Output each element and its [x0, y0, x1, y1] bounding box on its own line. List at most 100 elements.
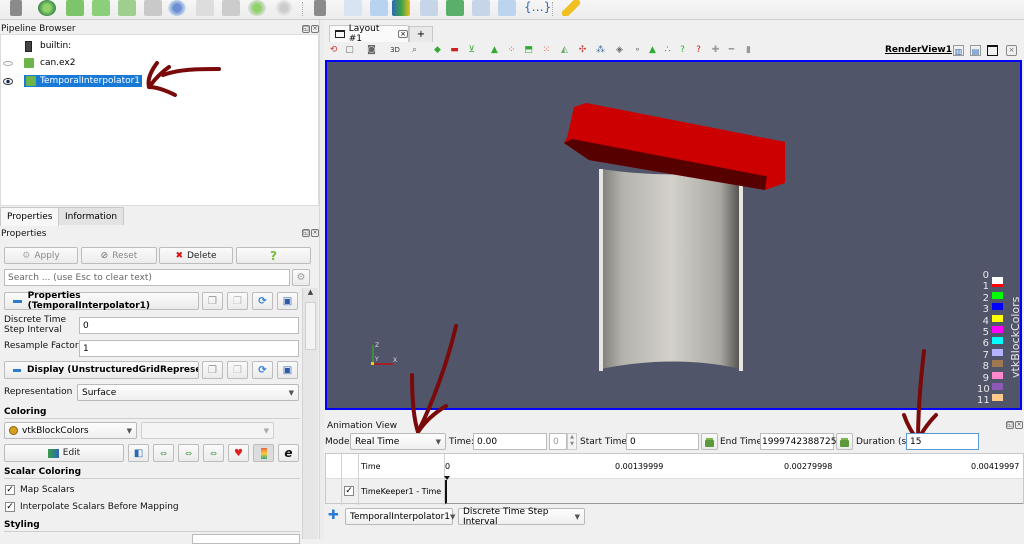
- save-display-button[interactable]: ▣: [277, 361, 298, 379]
- styling-field[interactable]: [192, 534, 300, 544]
- split-horizontal-icon[interactable]: ▥: [953, 45, 964, 56]
- select-cells-on-icon[interactable]: ◆: [432, 45, 443, 56]
- add-track-button[interactable]: ✚: [328, 509, 339, 522]
- paste-display-button[interactable]: ❐: [227, 361, 248, 379]
- time-index-spinbox[interactable]: 0: [549, 433, 567, 450]
- extract-level-icon[interactable]: [275, 0, 293, 16]
- hover-cells-icon[interactable]: ∘: [632, 45, 643, 56]
- start-time-lock-button[interactable]: [701, 433, 718, 450]
- panel-splitter[interactable]: [319, 20, 324, 539]
- delete-button[interactable]: ✖ Delete: [159, 247, 233, 264]
- float-icon[interactable]: ◱: [1006, 421, 1014, 429]
- save-defaults-button[interactable]: ▣: [277, 292, 298, 310]
- rescale-visible-range-button[interactable]: ♥: [228, 444, 249, 462]
- close-view-icon[interactable]: ×: [1006, 45, 1017, 56]
- pipeline-item-builtin[interactable]: builtin:: [25, 39, 73, 53]
- help-button[interactable]: ?: [236, 247, 311, 264]
- calculator-icon-2[interactable]: [314, 0, 326, 16]
- extract-selection-icon[interactable]: ◈: [614, 45, 625, 56]
- zoom-to-data-icon[interactable]: ▢: [344, 45, 355, 56]
- eye-closed-icon[interactable]: [3, 60, 13, 66]
- duration-input[interactable]: 15: [906, 433, 979, 450]
- properties-scrollbar[interactable]: ▲: [302, 288, 318, 539]
- edit-color-map-button[interactable]: Edit: [4, 444, 124, 462]
- extract-subset-icon[interactable]: [144, 0, 162, 16]
- eye-open-icon[interactable]: [3, 77, 13, 85]
- representation-select[interactable]: Surface ▼: [77, 384, 299, 401]
- hover-points-query-icon[interactable]: ?: [693, 45, 704, 56]
- add-selection-icon[interactable]: ✚: [710, 45, 721, 56]
- grow-selection-icon[interactable]: ▲: [647, 45, 658, 56]
- tessellate-icon[interactable]: [498, 0, 516, 16]
- end-time-input[interactable]: 199974238872528: [760, 433, 848, 450]
- clear-selection-icon[interactable]: ▮: [743, 45, 754, 56]
- coloring-select[interactable]: vtkBlockColors ▼: [4, 422, 137, 439]
- map-scalars-checkbox[interactable]: ✓: [5, 485, 15, 495]
- time-input[interactable]: 0.00: [473, 433, 547, 450]
- select-polygon-points-icon[interactable]: ⁂: [595, 45, 606, 56]
- scrollbar-thumb[interactable]: [305, 302, 316, 350]
- advanced-settings-button[interactable]: ⚙: [292, 269, 310, 286]
- start-time-input[interactable]: 0: [626, 433, 699, 450]
- hover-cells-query-icon[interactable]: ?: [677, 45, 688, 56]
- clip-icon[interactable]: [66, 0, 84, 16]
- tab-layout-1[interactable]: Layout #1 ×: [329, 24, 409, 44]
- copy-display-button[interactable]: ❐: [202, 361, 223, 379]
- end-time-lock-button[interactable]: [836, 433, 853, 450]
- float-icon[interactable]: ◱: [302, 25, 310, 33]
- track-enabled-checkbox[interactable]: ✓: [344, 486, 354, 496]
- toggle-3d-button[interactable]: 3D: [388, 45, 402, 56]
- hover-points-icon[interactable]: ◭: [559, 45, 570, 56]
- timeline-track[interactable]: [445, 480, 1023, 504]
- edit-annotations-button[interactable]: e: [278, 444, 299, 462]
- paste-properties-button[interactable]: ❐: [227, 292, 248, 310]
- time-index-spinner[interactable]: ▲ ▼: [567, 433, 577, 450]
- plot-over-line-icon[interactable]: [344, 0, 362, 16]
- select-points-on-icon[interactable]: ▬: [449, 45, 460, 56]
- threshold-icon[interactable]: [118, 0, 136, 16]
- display-section-header[interactable]: Display (UnstructuredGridRepresenta: [4, 361, 199, 379]
- glyph-icon[interactable]: [168, 0, 186, 16]
- interpolate-scalars-checkbox[interactable]: ✓: [5, 502, 15, 512]
- slice-icon[interactable]: [92, 0, 110, 16]
- restore-display-button[interactable]: ⟳: [252, 361, 273, 379]
- pipeline-item-can-ex2[interactable]: can.ex2: [3, 56, 77, 70]
- toggle-color-legend-button[interactable]: [253, 444, 274, 462]
- shrink-selection-icon[interactable]: ∴: [662, 45, 673, 56]
- rescale-temporal-range-button[interactable]: ⇔: [203, 444, 224, 462]
- reset-camera-icon[interactable]: ⟲: [328, 45, 339, 56]
- histogram-icon[interactable]: [392, 0, 410, 16]
- resample-factor-input[interactable]: 1: [79, 340, 299, 357]
- current-time-marker[interactable]: [444, 476, 450, 480]
- mode-select[interactable]: Real Time ▼: [350, 433, 446, 450]
- ruler-icon[interactable]: [562, 0, 580, 16]
- select-points-frustum-icon[interactable]: ▲: [489, 45, 500, 56]
- rescale-custom-range-button[interactable]: ⇔: [178, 444, 199, 462]
- calculator-icon[interactable]: [10, 0, 22, 16]
- group-datasets-icon[interactable]: [248, 0, 266, 16]
- add-layout-tab[interactable]: +: [409, 26, 433, 42]
- discrete-time-step-input[interactable]: 0: [79, 317, 299, 334]
- track-source-select[interactable]: TemporalInterpolator1 ▼: [345, 508, 455, 525]
- select-polygon-cells-icon[interactable]: ✣: [577, 45, 588, 56]
- rescale-data-range-button[interactable]: ⇔: [153, 444, 174, 462]
- close-tab-icon[interactable]: ×: [398, 30, 408, 38]
- plot-data-over-time-icon[interactable]: [472, 0, 490, 16]
- python-calculator-icon[interactable]: [446, 0, 464, 16]
- choose-preset-button[interactable]: ◧: [128, 444, 149, 462]
- interactive-select-points-icon[interactable]: ⁙: [541, 45, 552, 56]
- restore-defaults-button[interactable]: ⟳: [252, 292, 273, 310]
- track-property-select[interactable]: Discrete Time Step Interval ▼: [458, 507, 585, 527]
- split-vertical-icon[interactable]: ▤: [970, 45, 981, 56]
- maximize-icon[interactable]: [987, 45, 998, 56]
- coloring-component-select[interactable]: ▼: [141, 422, 274, 439]
- close-icon[interactable]: ×: [311, 229, 319, 237]
- python-annotation-icon[interactable]: {…}: [524, 0, 551, 16]
- contour-icon[interactable]: [38, 0, 56, 16]
- subtract-selection-icon[interactable]: ━: [726, 45, 737, 56]
- plot-selection-over-time-icon[interactable]: [420, 0, 438, 16]
- select-block-icon[interactable]: ⁘: [506, 45, 517, 56]
- zoom-box-icon[interactable]: ⌕: [409, 45, 420, 56]
- float-icon[interactable]: ◱: [302, 229, 310, 237]
- reset-button[interactable]: ⊘ Reset: [81, 247, 157, 264]
